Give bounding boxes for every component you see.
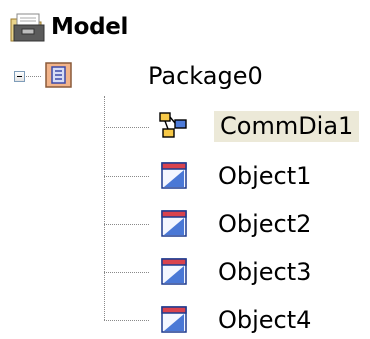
package-icon bbox=[45, 62, 72, 88]
tree-connector bbox=[104, 320, 149, 321]
object-icon bbox=[161, 210, 187, 237]
object-icon bbox=[161, 258, 187, 285]
communication-diagram-icon bbox=[159, 112, 187, 138]
object-icon bbox=[161, 162, 187, 189]
tree-connector bbox=[104, 272, 149, 273]
object-icon bbox=[161, 306, 187, 333]
tree-node-package-label: Package0 bbox=[148, 62, 263, 90]
tree-connector bbox=[26, 76, 41, 77]
tree-connector bbox=[104, 224, 149, 225]
tree-node-object2-label: Object2 bbox=[218, 210, 312, 238]
tree-node-object4-label: Object4 bbox=[218, 306, 312, 334]
model-tree: Model Package0 CommDia1 Object1 Object2 … bbox=[0, 0, 370, 339]
tree-connector bbox=[104, 176, 149, 177]
tree-node-model-label: Model bbox=[51, 14, 129, 40]
tree-node-object1-label: Object1 bbox=[218, 162, 312, 190]
collapse-toggle[interactable] bbox=[14, 71, 25, 82]
model-folder-icon bbox=[10, 13, 45, 42]
tree-connector bbox=[104, 127, 149, 128]
tree-connector bbox=[104, 96, 105, 320]
tree-node-commdia1-label: CommDia1 bbox=[214, 111, 360, 142]
tree-node-object3-label: Object3 bbox=[218, 258, 312, 286]
